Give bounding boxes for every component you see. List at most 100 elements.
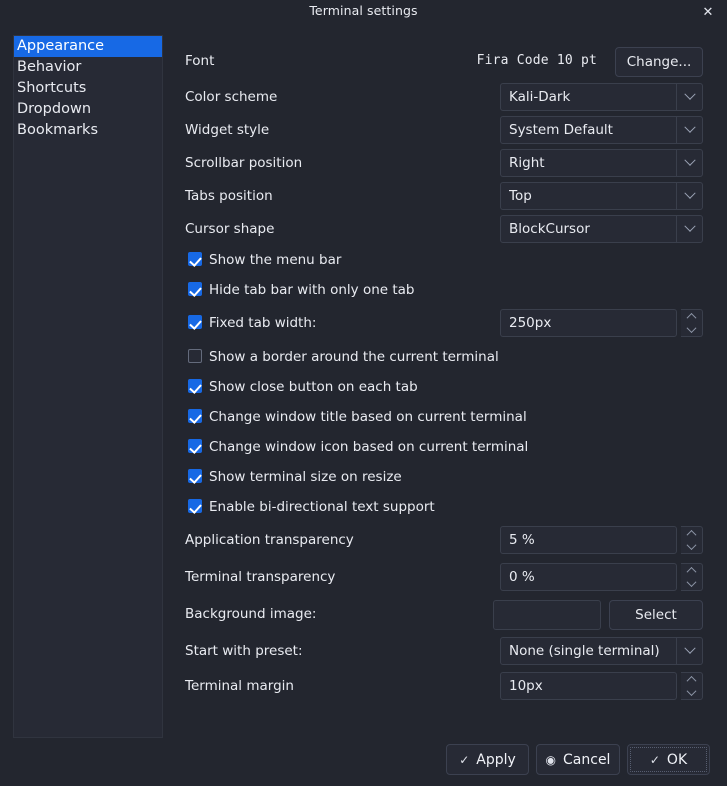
checkbox-indicator[interactable] [188, 469, 202, 483]
spinner-down-icon[interactable] [681, 577, 701, 590]
terminal-transparency-spinner[interactable]: 0 % [500, 563, 703, 591]
scrollbar-position-label: Scrollbar position [185, 149, 302, 177]
change-font-button[interactable]: Change... [615, 47, 703, 77]
terminal-margin-input[interactable]: 10px [500, 672, 677, 700]
cancel-button[interactable]: ◉ Cancel [536, 744, 620, 775]
sidebar-item-dropdown[interactable]: Dropdown [14, 99, 162, 120]
chevron-down-icon[interactable] [676, 183, 702, 209]
chevron-down-icon[interactable] [676, 117, 702, 143]
checkbox-indicator[interactable] [188, 282, 202, 296]
fixed-tab-width-spinner[interactable]: 250px [500, 309, 703, 337]
chevron-down-icon[interactable] [676, 84, 702, 110]
color-scheme-row: Color scheme Kali-Dark [183, 83, 713, 111]
chevron-down-icon[interactable] [676, 150, 702, 176]
checkbox-label: Show a border around the current termina… [209, 344, 499, 370]
checkbox-indicator[interactable] [188, 439, 202, 453]
apply-button-label: Apply [476, 752, 516, 768]
checkbox-indicator[interactable] [188, 379, 202, 393]
checkbox-label: Show close button on each tab [209, 374, 418, 400]
cursor-shape-value: BlockCursor [509, 216, 672, 242]
terminal-margin-value: 10px [509, 673, 543, 699]
widget-style-value: System Default [509, 117, 672, 143]
sidebar-item-bookmarks[interactable]: Bookmarks [14, 120, 162, 141]
spinner-down-icon[interactable] [681, 686, 701, 699]
application-transparency-spinner[interactable]: 5 % [500, 526, 703, 554]
cancel-icon: ◉ [546, 754, 556, 766]
spinner-buttons[interactable] [681, 563, 703, 591]
fixed-tab-width-row: Fixed tab width: 250px [183, 309, 713, 337]
spinner-down-icon[interactable] [681, 540, 701, 553]
spinner-down-icon[interactable] [681, 323, 701, 336]
background-image-label: Background image: [185, 600, 316, 628]
checkbox-label: Fixed tab width: [209, 310, 316, 336]
start-with-preset-label: Start with preset: [185, 637, 303, 665]
sidebar-item-appearance[interactable]: Appearance [14, 36, 162, 57]
check-icon: ✓ [459, 754, 469, 766]
font-label: Font [185, 47, 214, 75]
sidebar-item-label: Appearance [17, 38, 104, 54]
checkbox-label: Show the menu bar [209, 247, 341, 273]
background-image-row: Background image: Select [183, 600, 713, 628]
cursor-shape-label: Cursor shape [185, 215, 274, 243]
sidebar-item-label: Behavior [17, 59, 81, 75]
widget-style-label: Widget style [185, 116, 269, 144]
widget-style-row: Widget style System Default [183, 116, 713, 144]
spinner-up-icon[interactable] [681, 527, 701, 540]
fixed-tab-width-value: 250px [509, 310, 551, 336]
checkbox-indicator[interactable] [188, 252, 202, 266]
spinner-buttons[interactable] [681, 309, 703, 337]
ok-button[interactable]: ✓ OK [627, 744, 710, 775]
appearance-settings-pane: Font Fira Code 10 pt Change... Color sch… [183, 35, 713, 725]
chevron-down-icon[interactable] [676, 216, 702, 242]
spinner-up-icon[interactable] [681, 564, 701, 577]
application-transparency-label: Application transparency [185, 526, 354, 554]
sidebar-item-shortcuts[interactable]: Shortcuts [14, 78, 162, 99]
application-transparency-row: Application transparency 5 % [183, 526, 713, 554]
spinner-up-icon[interactable] [681, 310, 701, 323]
scrollbar-position-value: Right [509, 150, 672, 176]
start-with-preset-row: Start with preset: None (single terminal… [183, 637, 713, 665]
checkbox-indicator[interactable] [188, 349, 202, 363]
checkbox-indicator[interactable] [188, 315, 202, 329]
sidebar-item-behavior[interactable]: Behavior [14, 57, 162, 78]
sidebar-item-label: Bookmarks [17, 122, 98, 138]
background-image-input[interactable] [493, 600, 601, 630]
checkbox-indicator[interactable] [188, 499, 202, 513]
scrollbar-position-select[interactable]: Right [500, 149, 703, 177]
close-icon[interactable]: ✕ [697, 2, 719, 22]
checkbox-label: Show terminal size on resize [209, 464, 402, 490]
color-scheme-select[interactable]: Kali-Dark [500, 83, 703, 111]
terminal-transparency-value: 0 % [509, 564, 535, 590]
widget-style-select[interactable]: System Default [500, 116, 703, 144]
terminal-transparency-input[interactable]: 0 % [500, 563, 677, 591]
scrollbar-position-row: Scrollbar position Right [183, 149, 713, 177]
application-transparency-value: 5 % [509, 527, 535, 553]
spinner-up-icon[interactable] [681, 673, 701, 686]
sidebar-item-label: Dropdown [17, 101, 91, 117]
checkbox-indicator[interactable] [188, 409, 202, 423]
terminal-margin-label: Terminal margin [185, 672, 294, 700]
change-font-button-label: Change... [627, 54, 692, 70]
window-title: Terminal settings [0, 3, 727, 18]
application-transparency-input[interactable]: 5 % [500, 526, 677, 554]
spinner-buttons[interactable] [681, 672, 703, 700]
tabs-position-row: Tabs position Top [183, 182, 713, 210]
font-row: Font Fira Code 10 pt Change... [183, 47, 713, 75]
settings-category-list[interactable]: Appearance Behavior Shortcuts Dropdown B… [13, 35, 163, 738]
font-value: Fira Code 10 pt [477, 47, 597, 75]
checkbox-label: Hide tab bar with only one tab [209, 277, 415, 303]
checkbox-label: Change window icon based on current term… [209, 434, 528, 460]
spinner-buttons[interactable] [681, 526, 703, 554]
terminal-transparency-label: Terminal transparency [185, 563, 335, 591]
fixed-tab-width-input[interactable]: 250px [500, 309, 677, 337]
cursor-shape-select[interactable]: BlockCursor [500, 215, 703, 243]
terminal-margin-spinner[interactable]: 10px [500, 672, 703, 700]
sidebar-item-label: Shortcuts [17, 80, 86, 96]
chevron-down-icon[interactable] [676, 638, 702, 664]
tabs-position-value: Top [509, 183, 672, 209]
apply-button[interactable]: ✓ Apply [446, 744, 529, 775]
tabs-position-select[interactable]: Top [500, 182, 703, 210]
start-with-preset-select[interactable]: None (single terminal) [500, 637, 703, 665]
title-bar: Terminal settings ✕ [0, 0, 727, 23]
select-background-image-button[interactable]: Select [609, 600, 703, 630]
